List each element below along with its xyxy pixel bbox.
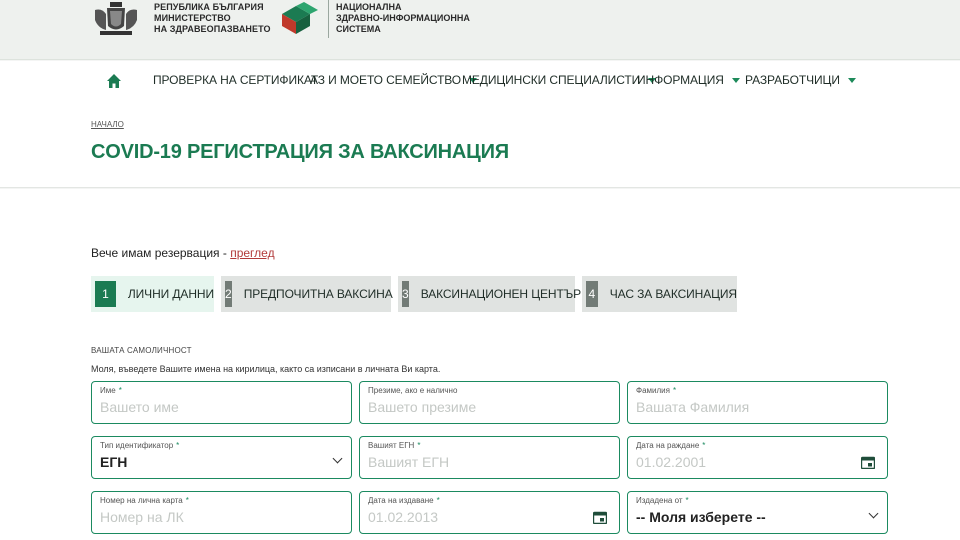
field-label: Дата на раждане * (636, 441, 706, 450)
step-label: ЛИЧНИ ДАННИ (127, 287, 214, 301)
nhis-name: НАЦИОНАЛНА ЗДРАВНО-ИНФОРМАЦИОННА СИСТЕМА (336, 2, 470, 34)
step-label: ЧАС ЗА ВАКСИНАЦИЯ (609, 287, 737, 301)
breadcrumb-home[interactable]: НАЧАЛО (91, 120, 124, 129)
caret-down-icon (731, 77, 740, 83)
id-card-input[interactable] (100, 509, 320, 525)
step-vaccination-center[interactable]: 3 ВАКСИНАЦИОНЕН ЦЕНТЪР (398, 276, 581, 312)
field-label: Име * (100, 386, 122, 395)
issued-by-value: -- Моля изберете -- (636, 509, 766, 525)
nav-item-label: МЕДИЦИНСКИ СПЕЦИАЛИСТИ (462, 73, 641, 87)
top-header: РЕПУБЛИКА БЪЛГАРИЯ МИНИСТЕРСТВО НА ЗДРАВ… (0, 0, 960, 60)
field-label: Номер на лична карта * (100, 496, 189, 505)
field-label: Презиме, ако е налично (368, 386, 458, 395)
field-label: Фамилия * (636, 386, 677, 395)
step-number: 1 (95, 281, 116, 307)
id-type-value: ЕГН (100, 454, 128, 470)
caret-down-icon (847, 77, 856, 83)
field-label: Вашият ЕГН * (368, 441, 421, 450)
coat-of-arms-icon (95, 2, 137, 35)
field-label: Тип идентификатор * (100, 441, 180, 450)
middle-name-input[interactable] (368, 399, 588, 415)
booking-text: Вече имам резервация - (91, 246, 231, 260)
step-label: ВАКСИНАЦИОНЕН ЦЕНТЪР (420, 287, 581, 301)
birth-date-input[interactable] (636, 454, 856, 470)
section-label: ВАШАТА САМОЛИЧНОСТ (91, 346, 192, 355)
page-title: COVID-19 РЕГИСТРАЦИЯ ЗА ВАКСИНАЦИЯ (91, 141, 509, 163)
egn-field[interactable]: Вашият ЕГН * (359, 436, 620, 479)
nav-item-label: РАЗРАБОТЧИЦИ (745, 73, 840, 87)
home-icon[interactable] (106, 73, 122, 89)
title-band: НАЧАЛО COVID-19 РЕГИСТРАЦИЯ ЗА ВАКСИНАЦИ… (0, 103, 960, 188)
issue-date-field[interactable]: Дата на издаване * (359, 491, 620, 534)
booking-view-link[interactable]: преглед (230, 246, 274, 260)
step-label: ПРЕДПОЧИТНА ВАКСИНА (243, 287, 393, 301)
step-preferred-vaccine[interactable]: 2 ПРЕДПОЧИТНА ВАКСИНА (221, 276, 393, 312)
logo-divider (328, 0, 329, 38)
middle-name-field[interactable]: Презиме, ако е налично (359, 381, 620, 424)
name-hint: Моля, въведете Вашите имена на кирилица,… (91, 364, 441, 374)
field-label: Издадена от * (636, 496, 689, 505)
issue-date-input[interactable] (368, 509, 588, 525)
nav-item-label: ПРОВЕРКА НА СЕРТИФИКАТ (153, 73, 319, 87)
first-name-input[interactable] (100, 399, 320, 415)
last-name-field[interactable]: Фамилия * (627, 381, 888, 424)
first-name-field[interactable]: Име * (91, 381, 352, 424)
step-number: 2 (225, 281, 232, 307)
main-nav: ПРОВЕРКА НА СЕРТИФИКАТ АЗ И МОЕТО СЕМЕЙС… (0, 61, 960, 103)
nhis-logo-icon (282, 2, 318, 34)
nav-me-and-family[interactable]: АЗ И МОЕТО СЕМЕЙСТВО (310, 73, 478, 87)
birth-date-field[interactable]: Дата на раждане * (627, 436, 888, 479)
egn-input[interactable] (368, 454, 588, 470)
issued-by-select[interactable]: Издадена от * -- Моля изберете -- (627, 491, 888, 534)
nav-check-certificate[interactable]: ПРОВЕРКА НА СЕРТИФИКАТ (153, 73, 318, 87)
nav-medical-specialists[interactable]: МЕДИЦИНСКИ СПЕЦИАЛИСТИ (462, 73, 657, 87)
nav-information[interactable]: ИНФОРМАЦИЯ (637, 73, 740, 87)
id-card-field[interactable]: Номер на лична карта * (91, 491, 352, 534)
last-name-input[interactable] (636, 399, 856, 415)
chevron-down-icon (868, 508, 879, 519)
step-number: 4 (586, 281, 598, 307)
field-label: Дата на издаване * (368, 496, 440, 505)
id-type-select[interactable]: Тип идентификатор * ЕГН (91, 436, 352, 479)
nav-item-label: ИНФОРМАЦИЯ (637, 73, 724, 87)
calendar-icon[interactable] (861, 456, 875, 469)
chevron-down-icon (332, 453, 343, 464)
existing-booking: Вече имам резервация - преглед (91, 246, 275, 260)
nav-developers[interactable]: РАЗРАБОТЧИЦИ (745, 73, 856, 87)
nav-item-label: АЗ И МОЕТО СЕМЕЙСТВО (310, 73, 462, 87)
registration-form: Вече имам резервация - преглед 1 ЛИЧНИ Д… (0, 189, 960, 540)
step-number: 3 (402, 281, 409, 307)
step-vaccination-time[interactable]: 4 ЧАС ЗА ВАКСИНАЦИЯ (582, 276, 737, 312)
ministry-name: РЕПУБЛИКА БЪЛГАРИЯ МИНИСТЕРСТВО НА ЗДРАВ… (154, 2, 271, 34)
step-personal-data[interactable]: 1 ЛИЧНИ ДАННИ (91, 276, 214, 312)
calendar-icon[interactable] (593, 511, 607, 524)
